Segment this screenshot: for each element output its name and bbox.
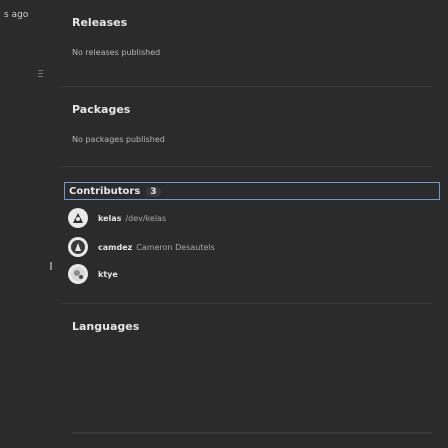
- avatar-icon: [73, 213, 83, 223]
- packages-empty-text: No packages published: [72, 135, 165, 144]
- contributor-item[interactable]: camdez Cameron Desautels: [68, 237, 215, 257]
- contributors-header[interactable]: Contributors 3: [64, 182, 440, 200]
- releases-empty-text: No releases published: [72, 48, 161, 57]
- contributor-name: Cameron Desautels: [136, 242, 215, 252]
- list-icon: [38, 70, 43, 79]
- avatar[interactable]: [68, 208, 88, 228]
- contributors-label: Contributors: [69, 186, 141, 197]
- relative-time: s ago: [4, 10, 29, 20]
- contributors-heading[interactable]: Contributors 3: [69, 186, 161, 197]
- avatar[interactable]: [68, 237, 88, 257]
- contributor-login[interactable]: kelas: [98, 214, 121, 223]
- languages-bar: [72, 432, 432, 434]
- contributor-name: /dev/kelas: [125, 213, 167, 223]
- releases-heading[interactable]: Releases: [72, 16, 127, 29]
- contributor-item[interactable]: kelas /dev/kelas: [68, 208, 166, 228]
- section-divider: [60, 303, 432, 304]
- contributor-login[interactable]: camdez: [98, 243, 132, 252]
- contributors-count-badge: 3: [146, 187, 161, 197]
- contributor-login[interactable]: ktye: [98, 270, 118, 279]
- avatar-icon: [71, 267, 85, 281]
- packages-heading[interactable]: Packages: [72, 103, 130, 116]
- left-column: s ago: [0, 0, 60, 448]
- avatar[interactable]: [68, 264, 88, 284]
- avatar-icon: [71, 240, 85, 254]
- languages-heading[interactable]: Languages: [72, 320, 139, 333]
- contributor-item[interactable]: ktye: [68, 264, 118, 284]
- divider-mark: [50, 262, 52, 270]
- section-divider: [60, 166, 432, 167]
- section-divider: [60, 86, 432, 87]
